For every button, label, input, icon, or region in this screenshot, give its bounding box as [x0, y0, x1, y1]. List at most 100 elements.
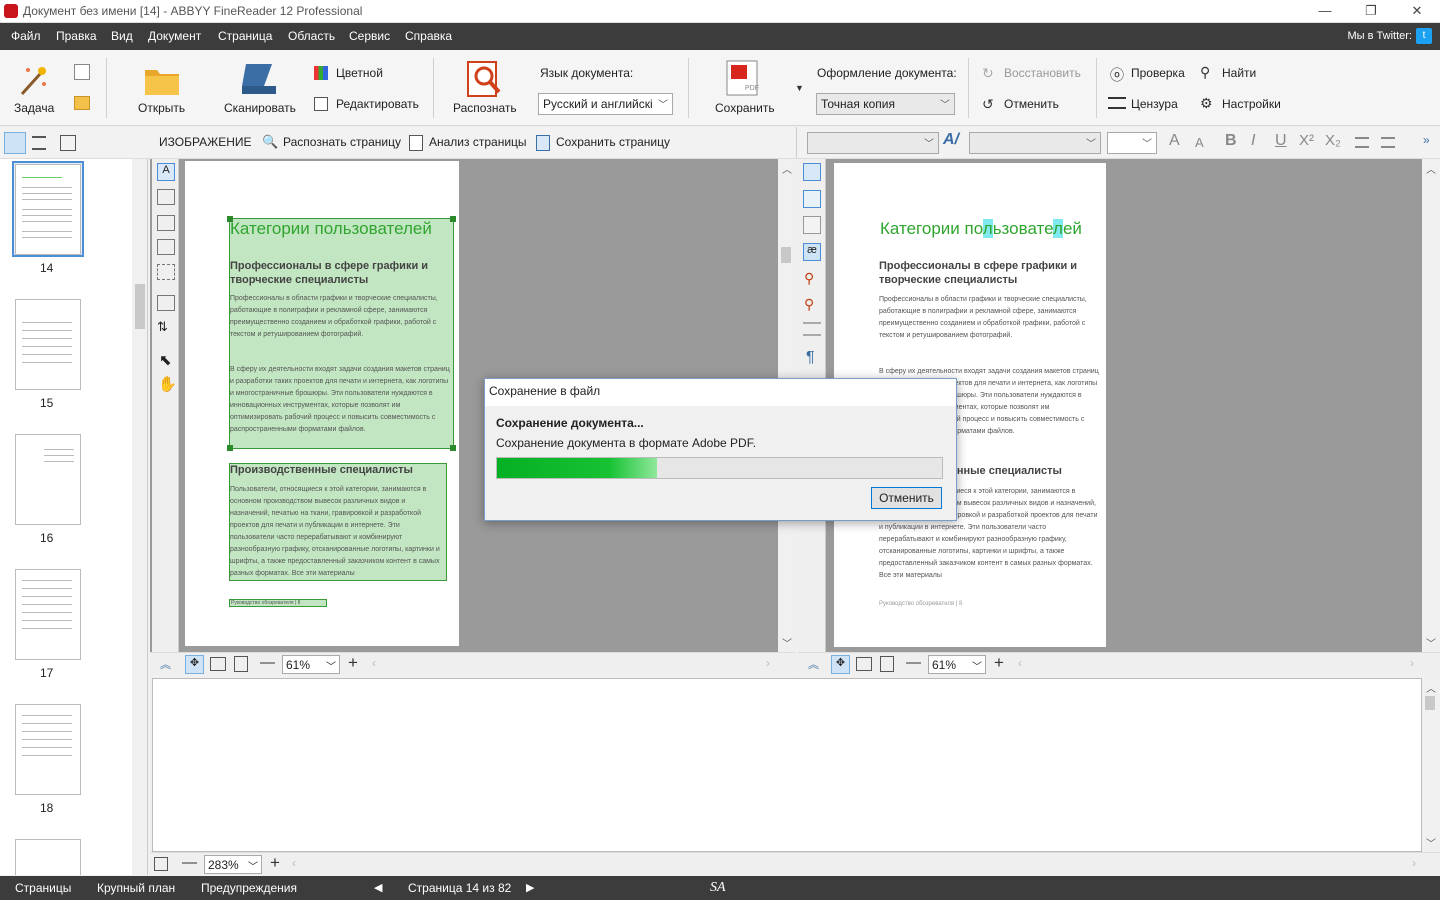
text-paragraph[interactable]: Профессионалы в области графики и творче…	[879, 294, 1099, 342]
hand-tool-icon[interactable]: ✋	[158, 375, 177, 393]
align-center-icon[interactable]	[1381, 137, 1395, 148]
collapse-up-icon[interactable]: ︽	[808, 656, 819, 672]
analyze-page-button[interactable]: Анализ страницы	[429, 135, 527, 149]
check-button[interactable]: Проверка	[1131, 66, 1185, 80]
prev-page-icon[interactable]: ◀	[374, 881, 382, 894]
text-area-block[interactable]: Производственные специалисты Пользовател…	[229, 463, 447, 581]
find-button[interactable]: Найти	[1222, 66, 1256, 80]
check-text-icon[interactable]: ⚲	[804, 270, 814, 287]
recognize-page-button[interactable]: Распознать страницу	[283, 135, 401, 149]
restore-button[interactable]: ❐	[1348, 0, 1394, 23]
closeup-vscrollbar[interactable]: ︿ ﹀	[1422, 678, 1438, 852]
superscript-button[interactable]: X²	[1299, 132, 1314, 149]
show-pictures-icon[interactable]	[803, 163, 821, 181]
scroll-right-icon[interactable]: ›	[766, 656, 770, 670]
open-folder-icon[interactable]	[144, 64, 180, 96]
closeup-zoom-select[interactable]: 283% ﹀	[204, 855, 262, 874]
save-button[interactable]: Сохранить	[715, 101, 775, 115]
verify-text-icon[interactable]	[803, 322, 821, 336]
underline-button[interactable]: U	[1275, 132, 1287, 150]
collapse-up-icon[interactable]: ︽	[160, 656, 171, 672]
fit-height-icon[interactable]	[234, 656, 248, 672]
text-subheading[interactable]: Профессионалы в сфере графики и творческ…	[879, 259, 1089, 287]
find-text-icon[interactable]: ⚲	[804, 296, 814, 313]
scroll-thumb[interactable]	[1425, 696, 1435, 710]
scroll-right-icon[interactable]: ›	[1410, 656, 1414, 670]
app-icon[interactable]	[4, 4, 18, 18]
resize-handle[interactable]	[450, 445, 456, 451]
minimize-button[interactable]: —	[1302, 0, 1348, 23]
fit-width-icon[interactable]	[210, 657, 226, 671]
font-size-select[interactable]: ﹀	[1107, 132, 1157, 154]
select-cursor-icon[interactable]: ⬉	[159, 351, 172, 369]
menu-view[interactable]: Вид	[111, 29, 133, 43]
undo-button[interactable]: Отменить	[1004, 97, 1059, 111]
closeup-options-icon[interactable]	[154, 857, 168, 871]
task-icon[interactable]	[14, 62, 50, 98]
align-left-icon[interactable]	[1355, 137, 1369, 148]
zoom-out-icon[interactable]: —	[260, 654, 275, 671]
decrease-font-button[interactable]: A	[1195, 135, 1204, 150]
details-view-icon[interactable]	[32, 136, 46, 150]
doc-format-select[interactable]: Точная копия ﹀	[816, 93, 955, 115]
text-footer[interactable]: Руководство обозревателя | 8	[879, 601, 962, 607]
subscript-button[interactable]: X₂	[1325, 132, 1341, 149]
color-mode-icon[interactable]	[314, 66, 328, 80]
zoom-in-icon[interactable]: +	[348, 653, 358, 673]
text-area-tool-icon[interactable]: A	[157, 163, 175, 181]
fit-page-icon[interactable]: ✥	[831, 655, 850, 674]
scan-button[interactable]: Сканировать	[224, 101, 296, 115]
image-zoom-select[interactable]: 61% ﹀	[282, 655, 340, 674]
page-thumbnail-14[interactable]	[15, 164, 81, 255]
menu-page[interactable]: Страница	[218, 29, 272, 43]
thumbnails-scrollbar[interactable]	[132, 159, 147, 875]
menu-area[interactable]: Область	[288, 29, 335, 43]
scroll-left-icon[interactable]: ‹	[372, 656, 376, 670]
scroll-down-icon[interactable]: ﹀	[782, 635, 792, 650]
scroll-left-icon[interactable]: ‹	[1018, 656, 1022, 670]
show-text-bounds-icon[interactable]	[803, 216, 821, 234]
color-mode-button[interactable]: Цветной	[336, 66, 383, 80]
scroll-thumb[interactable]	[135, 284, 145, 329]
text-zoom-select[interactable]: 61% ﹀	[928, 655, 986, 674]
fit-page-icon[interactable]: ✥	[185, 655, 204, 674]
edit-image-icon[interactable]	[314, 97, 328, 111]
zoom-out-icon[interactable]: —	[182, 854, 197, 871]
resize-handle[interactable]	[227, 216, 233, 222]
cancel-button[interactable]: Отменить	[871, 487, 942, 509]
increase-font-button[interactable]: A	[1169, 132, 1180, 150]
recognition-area-tool-icon[interactable]	[157, 264, 175, 280]
resize-handle[interactable]	[227, 445, 233, 451]
style-select[interactable]: ﹀	[807, 132, 939, 154]
settings-button[interactable]: Настройки	[1222, 97, 1281, 111]
page-thumbnail-16[interactable]	[15, 434, 81, 525]
page-thumbnail-17[interactable]	[15, 569, 81, 660]
scroll-up-icon[interactable]: ︿	[1426, 680, 1436, 695]
font-select[interactable]: ﹀	[969, 132, 1101, 154]
pdf-save-icon[interactable]: PDF	[725, 59, 761, 97]
show-page-bounds-icon[interactable]	[803, 190, 821, 208]
open-folder-small-icon[interactable]	[74, 96, 90, 110]
scroll-right-icon[interactable]: ›	[1412, 856, 1416, 870]
scroll-left-icon[interactable]: ‹	[292, 856, 296, 870]
thumbnail-view-icon[interactable]	[4, 132, 26, 154]
task-button[interactable]: Задача	[14, 101, 54, 115]
new-doc-icon[interactable]	[74, 64, 90, 80]
close-button[interactable]: ✕	[1394, 0, 1440, 23]
scroll-down-icon[interactable]: ﹀	[1426, 835, 1436, 850]
closeup-tab[interactable]: Крупный план	[97, 881, 175, 895]
recognize-button[interactable]: Распознать	[453, 101, 517, 115]
pages-tab[interactable]: Страницы	[15, 881, 71, 895]
open-button[interactable]: Открыть	[138, 101, 185, 115]
menu-file[interactable]: Файл	[11, 29, 41, 43]
italic-button[interactable]: I	[1251, 132, 1255, 150]
text-style-icon[interactable]: A/	[943, 131, 959, 149]
zoom-out-icon[interactable]: —	[906, 654, 921, 671]
page-properties-icon[interactable]	[60, 135, 76, 151]
restore-button[interactable]: Восстановить	[1004, 66, 1081, 80]
menu-edit[interactable]: Правка	[56, 29, 97, 43]
page-thumbnail-18[interactable]	[15, 704, 81, 795]
text-area-block[interactable]: Категории пользователей Профессионалы в …	[227, 216, 456, 451]
zoom-in-icon[interactable]: +	[270, 853, 280, 873]
scroll-thumb[interactable]	[781, 247, 791, 263]
